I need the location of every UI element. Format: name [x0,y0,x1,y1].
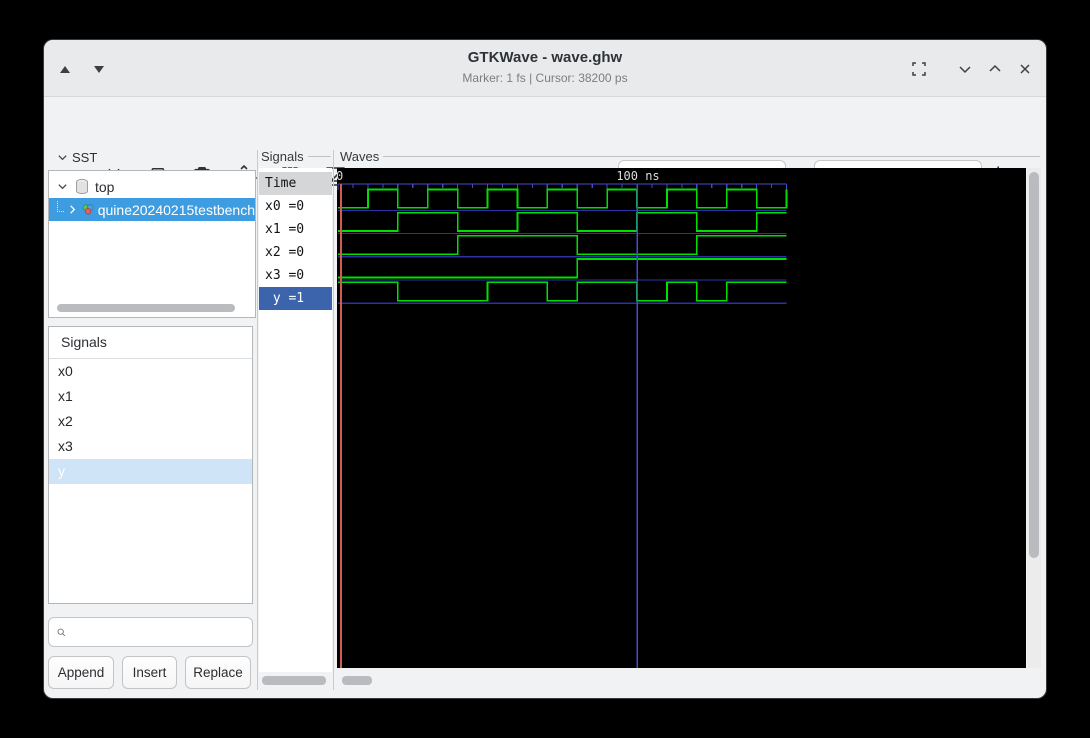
list-item[interactable]: x1 [49,384,252,409]
window-title: GTKWave - wave.ghw [467,49,623,66]
wave-canvas[interactable]: 0 100 ns [336,168,1026,668]
maximize-button[interactable] [984,58,1006,80]
tree-item-top[interactable]: top [49,175,255,198]
append-label: Append [57,665,105,680]
search-icon [57,628,66,636]
chevron-down-icon [959,66,971,74]
signals-frame-text: Signals [261,148,304,164]
list-item[interactable]: x0 [49,359,252,384]
replace-label: Replace [193,665,243,680]
waveform-plot: 0 100 ns [336,168,1026,668]
tree-connector [57,201,64,212]
tree-item-label: quine20240215testbench [97,201,255,218]
marker-cursor-status: Marker: 1 fs | Cursor: 38200 ps [462,71,628,85]
pane-splitter-right[interactable] [333,150,334,690]
wave-names-column: Time x0 =0 x1 =0 x2 =0 x3 =0 y =1 [259,168,332,672]
module-icon [82,204,93,215]
svg-text:100 ns: 100 ns [616,169,659,183]
fullscreen-icon [912,62,926,76]
tree-item-testbench[interactable]: quine20240215testbench [49,198,255,221]
gtkwave-window: GTKWave - wave.ghw Marker: 1 fs | Cursor… [44,40,1046,698]
names-hscrollbar-thumb[interactable] [262,676,326,685]
chevron-down-icon [55,152,69,163]
wave-name-row[interactable]: x0 =0 [259,195,332,218]
list-item[interactable]: y [49,459,252,484]
tree-item-label: top [95,178,115,195]
replace-button[interactable]: Replace [185,656,251,689]
waves-hscrollbar-thumb[interactable] [342,676,372,685]
waves-vscrollbar-thumb[interactable] [1029,172,1039,558]
screen-background: GTKWave - wave.ghw Marker: 1 fs | Cursor… [0,0,1090,738]
frame-rule [307,155,331,157]
pane-splitter-left[interactable] [257,150,258,690]
insert-button[interactable]: Insert [122,656,177,689]
wave-name-rows: x0 =0 x1 =0 x2 =0 x3 =0 y =1 [259,195,332,310]
append-button[interactable]: Append [48,656,114,689]
expander-down-icon [55,181,69,192]
minimize-button[interactable] [954,58,976,80]
toolbar: From: To: [44,97,1046,196]
signals-frame-label: Signals [261,148,331,164]
list-item[interactable]: x3 [49,434,252,459]
wave-name-row[interactable]: x2 =0 [259,241,332,264]
close-button[interactable] [1014,58,1036,80]
frame-rule [383,155,1040,157]
fullscreen-button[interactable] [908,58,930,80]
signal-search[interactable] [48,617,253,647]
time-header: Time [259,172,332,195]
database-icon [76,178,88,194]
chevron-up-icon [989,64,1001,72]
tree-hscrollbar-thumb[interactable] [57,304,235,312]
signal-list-header: Signals [49,327,252,359]
wave-name-row[interactable]: x3 =0 [259,264,332,287]
waves-frame-text: Waves [340,148,380,164]
waves-frame-label: Waves [340,148,1040,164]
wave-name-row[interactable]: x1 =0 [259,218,332,241]
expander-right-icon [67,204,78,215]
waves-vscrollbar[interactable] [1027,168,1041,668]
svg-text:0: 0 [337,169,343,183]
sst-label: SST [72,150,98,165]
titlebar[interactable]: GTKWave - wave.ghw Marker: 1 fs | Cursor… [44,40,1046,97]
insert-label: Insert [132,665,167,680]
close-icon [1020,64,1030,74]
wave-name-row[interactable]: y =1 [259,287,332,310]
signal-list: x0 x1 x2 x3 y [49,359,252,484]
sst-expander[interactable]: SST [52,150,97,165]
sst-tree: top quine20240215testbench [48,170,256,318]
list-item[interactable]: x2 [49,409,252,434]
search-input[interactable] [72,623,252,641]
signal-list-panel: Signals x0 x1 x2 x3 y [48,326,253,604]
